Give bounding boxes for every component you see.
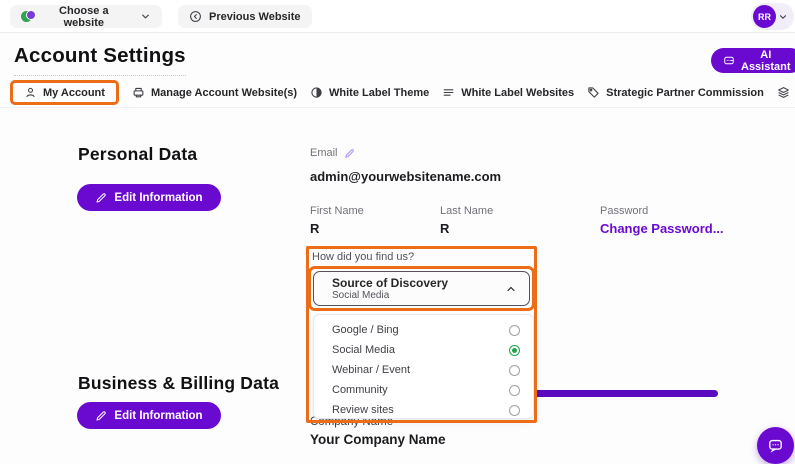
personal-data-heading: Personal Data	[78, 144, 197, 165]
last-name-label: Last Name	[440, 205, 493, 217]
tab-label: My Account	[43, 87, 105, 99]
last-name-value: R	[440, 221, 449, 236]
ai-assistant-button[interactable]: AI Assistant	[711, 48, 795, 73]
business-data-heading: Business & Billing Data	[78, 373, 279, 394]
account-settings-page: Choose a website Previous Website RR Acc…	[0, 0, 795, 464]
choose-website-dropdown[interactable]: Choose a website	[10, 5, 162, 28]
option-label: Review sites	[332, 404, 394, 416]
printer-icon	[132, 86, 145, 99]
page-title: Account Settings	[14, 44, 186, 76]
previous-website-label: Previous Website	[209, 11, 301, 23]
previous-website-button[interactable]: Previous Website	[178, 5, 312, 28]
option-review-sites[interactable]: Review sites	[314, 400, 533, 420]
radio-unselected[interactable]	[509, 385, 520, 396]
discovery-question: How did you find us?	[312, 251, 414, 263]
option-label: Webinar / Event	[332, 364, 410, 376]
option-label: Google / Bing	[332, 324, 399, 336]
avatar: RR	[753, 5, 776, 28]
tab-white-label-websites[interactable]: White Label Websites	[442, 82, 574, 103]
tab-invoices[interactable]: Invoices	[777, 82, 795, 103]
arrow-left-circle-icon	[189, 10, 202, 23]
topbar: Choose a website Previous Website RR	[0, 0, 795, 33]
email-value: admin@yourwebsitename.com	[310, 169, 501, 184]
change-password-link[interactable]: Change Password...	[600, 221, 724, 236]
tab-strategic-partner-commission[interactable]: Strategic Partner Commission	[587, 82, 764, 103]
select-label: Source of Discovery	[332, 276, 505, 290]
tab-white-label-theme[interactable]: White Label Theme	[310, 82, 429, 103]
select-selected-value: Social Media	[332, 290, 505, 302]
source-of-discovery-select[interactable]: Source of Discovery Social Media	[313, 271, 530, 306]
edit-business-info-button[interactable]: Edit Information	[77, 402, 221, 429]
password-label: Password	[600, 205, 648, 217]
radio-unselected[interactable]	[509, 405, 520, 416]
tab-label: Manage Account Website(s)	[151, 87, 297, 99]
radio-unselected[interactable]	[509, 365, 520, 376]
lines-icon	[442, 86, 455, 99]
email-field-header: Email	[310, 147, 355, 159]
radio-selected[interactable]	[509, 345, 520, 356]
radio-unselected[interactable]	[509, 325, 520, 336]
first-name-value: R	[310, 221, 319, 236]
edit-business-info-label: Edit Information	[114, 410, 202, 422]
edit-personal-info-label: Edit Information	[114, 192, 202, 204]
account-menu-button[interactable]: RR	[751, 3, 794, 30]
chevron-down-icon	[140, 11, 151, 22]
option-webinar-event[interactable]: Webinar / Event	[314, 360, 533, 380]
tag-icon	[587, 86, 600, 99]
support-chat-button[interactable]	[757, 427, 794, 464]
option-label: Social Media	[332, 344, 395, 356]
pencil-icon	[95, 192, 107, 204]
chevron-down-icon	[778, 12, 788, 22]
tab-manage-account-websites[interactable]: Manage Account Website(s)	[132, 82, 297, 103]
option-label: Community	[332, 384, 388, 396]
chat-bubble-icon	[767, 437, 784, 454]
edit-personal-info-button[interactable]: Edit Information	[77, 184, 221, 211]
option-google-bing[interactable]: Google / Bing	[314, 320, 533, 340]
settings-tab-bar: My Account Manage Account Website(s) Whi…	[10, 80, 795, 105]
email-label: Email	[310, 147, 338, 159]
discovery-options-panel: Google / Bing Social Media Webinar / Eve…	[313, 314, 534, 419]
contrast-icon	[310, 86, 323, 99]
site-logo-icon	[21, 9, 35, 24]
option-social-media[interactable]: Social Media	[314, 340, 533, 360]
ai-assistant-label: AI Assistant	[741, 49, 791, 73]
choose-website-label: Choose a website	[42, 5, 126, 29]
tab-label: Strategic Partner Commission	[606, 87, 764, 99]
option-community[interactable]: Community	[314, 380, 533, 400]
edit-email-icon[interactable]	[344, 148, 355, 159]
layers-icon	[777, 86, 790, 99]
user-icon	[24, 86, 37, 99]
tab-label: White Label Websites	[461, 87, 574, 99]
tab-label: White Label Theme	[329, 87, 429, 99]
divider	[0, 107, 795, 108]
first-name-label: First Name	[310, 205, 364, 217]
tab-my-account[interactable]: My Account	[10, 80, 119, 105]
pencil-icon	[95, 410, 107, 422]
chevron-up-icon	[505, 283, 517, 295]
company-name-value: Your Company Name	[310, 432, 446, 447]
select-texts: Source of Discovery Social Media	[332, 276, 505, 302]
chat-bubble-icon	[723, 55, 735, 67]
